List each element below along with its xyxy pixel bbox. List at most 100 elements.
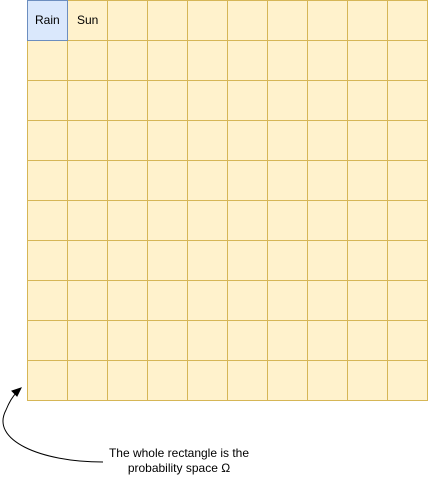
grid-cell xyxy=(67,160,108,201)
grid-cell xyxy=(27,280,68,321)
grid-cell xyxy=(67,240,108,281)
grid-cell xyxy=(227,160,268,201)
grid-cell xyxy=(107,200,148,241)
grid-cell xyxy=(67,80,108,121)
grid-cell xyxy=(27,240,68,281)
grid-cell xyxy=(27,200,68,241)
grid-cell xyxy=(147,280,188,321)
grid-cell xyxy=(187,160,228,201)
grid-cell xyxy=(107,240,148,281)
grid-cell xyxy=(27,80,68,121)
grid-cell xyxy=(347,80,388,121)
grid-cell xyxy=(67,280,108,321)
grid-cell xyxy=(267,80,308,121)
grid-cell xyxy=(387,240,428,281)
grid-cell xyxy=(147,200,188,241)
grid-cell xyxy=(27,160,68,201)
grid-cell xyxy=(267,120,308,161)
grid-cell xyxy=(387,160,428,201)
grid-cell xyxy=(187,320,228,361)
grid-cell xyxy=(227,280,268,321)
grid-cell xyxy=(267,240,308,281)
grid-cell xyxy=(147,120,188,161)
grid-cell xyxy=(267,320,308,361)
grid-cell xyxy=(347,160,388,201)
grid-cell xyxy=(107,280,148,321)
grid-cell xyxy=(107,120,148,161)
grid-cell xyxy=(107,320,148,361)
probability-space-diagram xyxy=(2,0,428,463)
annotation-arrow xyxy=(2,391,104,463)
grid-cell xyxy=(27,40,68,81)
grid-cell xyxy=(67,360,108,401)
grid-cell xyxy=(347,200,388,241)
grid-cell xyxy=(347,40,388,81)
grid-cell xyxy=(267,160,308,201)
grid-cell xyxy=(187,200,228,241)
grid-cell xyxy=(267,40,308,81)
grid-cell xyxy=(147,160,188,201)
grid-cell xyxy=(147,240,188,281)
rain-cell-label: Rain xyxy=(35,13,60,27)
grid-cell xyxy=(307,120,348,161)
grid-cell xyxy=(147,360,188,401)
grid-cell xyxy=(147,0,188,41)
grid-cell xyxy=(107,360,148,401)
grid-cell xyxy=(187,280,228,321)
grid-cell xyxy=(347,0,388,41)
grid-cell xyxy=(387,80,428,121)
annotation-arrow-head xyxy=(11,387,22,397)
sun-cell-label: Sun xyxy=(77,13,99,27)
grid-cell xyxy=(227,0,268,41)
grid-cell xyxy=(67,120,108,161)
grid-cell xyxy=(187,360,228,401)
grid-cell xyxy=(387,40,428,81)
grid-cell xyxy=(147,40,188,81)
grid-cell xyxy=(307,360,348,401)
grid-cell xyxy=(387,280,428,321)
grid-cell xyxy=(307,40,348,81)
grid-cell xyxy=(187,40,228,81)
grid-cell xyxy=(227,320,268,361)
grid-cell xyxy=(267,360,308,401)
grid-cell xyxy=(227,200,268,241)
grid-cell xyxy=(187,80,228,121)
grid-cell xyxy=(67,40,108,81)
grid-cell xyxy=(307,280,348,321)
grid-cell xyxy=(147,320,188,361)
grid-cell xyxy=(267,280,308,321)
grid-cell xyxy=(267,0,308,41)
grid-cell xyxy=(27,120,68,161)
grid-cell xyxy=(227,40,268,81)
caption-line-1: The whole rectangle is the xyxy=(108,446,250,460)
grid-cell xyxy=(107,80,148,121)
grid-cell xyxy=(347,360,388,401)
grid-cell xyxy=(387,0,428,41)
grid-cell xyxy=(67,200,108,241)
grid-cell xyxy=(387,320,428,361)
probability-space-caption: The whole rectangle is the probability s… xyxy=(90,446,268,476)
caption-line-2: probability space Ω xyxy=(127,461,231,475)
grid-cell xyxy=(307,320,348,361)
grid-cell xyxy=(347,320,388,361)
grid-cell xyxy=(107,160,148,201)
grid-cell xyxy=(187,120,228,161)
grid-cell xyxy=(67,320,108,361)
grid-cell xyxy=(387,200,428,241)
grid-cell xyxy=(187,0,228,41)
grid-cell xyxy=(107,0,148,41)
grid-cell xyxy=(347,240,388,281)
grid-cell xyxy=(27,320,68,361)
grid-cell xyxy=(227,120,268,161)
grid-cell xyxy=(107,40,148,81)
probability-space-grid xyxy=(27,0,428,401)
grid-cell xyxy=(147,80,188,121)
grid-cell xyxy=(227,80,268,121)
grid-cell xyxy=(27,360,68,401)
grid-cell xyxy=(267,200,308,241)
grid-cell xyxy=(187,240,228,281)
grid-cell xyxy=(307,80,348,121)
grid-cell xyxy=(227,240,268,281)
grid-cell xyxy=(387,360,428,401)
grid-cell xyxy=(227,360,268,401)
